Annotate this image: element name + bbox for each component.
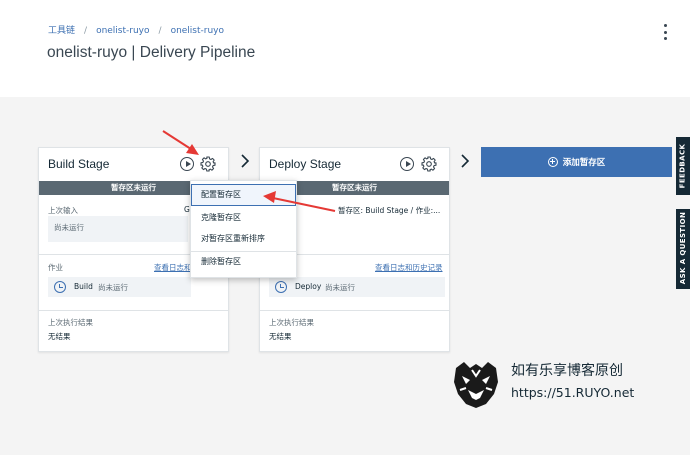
add-stage-button[interactable]: 添加暂存区 (481, 147, 672, 177)
breadcrumb-item-toolchain[interactable]: 工具链 (48, 23, 75, 36)
menu-item-reorder-stages[interactable]: 对暂存区重新排序 (191, 228, 296, 250)
breadcrumb-separator: / (158, 26, 162, 36)
gear-icon[interactable] (200, 156, 216, 172)
watermark-line-2: https://51.RUYO.net (511, 385, 635, 400)
last-result-label: 上次执行结果 (48, 318, 93, 327)
ask-question-tab[interactable]: ASK A QUESTION (676, 209, 690, 289)
menu-item-clone-stage[interactable]: 克隆暂存区 (191, 207, 296, 229)
last-input-box: 尚未运行 (48, 216, 188, 242)
plus-circle-icon (547, 157, 558, 167)
last-result-value: 无结果 (269, 332, 292, 341)
feedback-tab[interactable]: FEEDBACK (676, 137, 690, 195)
watermark-line-1: 如有乐享博客原创 (511, 363, 623, 379)
clock-icon (275, 281, 287, 293)
last-input-value: 尚未运行 (54, 223, 84, 232)
job-row-deploy[interactable]: Deploy 尚未运行 (269, 277, 445, 297)
page-header: 工具链 / onelist-ruyo / onelist-ruyo onelist-ru… (0, 0, 690, 97)
stage-options-menu: 配置暂存区 克隆暂存区 对暂存区重新排序 删除暂存区 (190, 180, 297, 278)
chevron-right-icon (461, 154, 470, 168)
play-icon[interactable] (180, 157, 194, 171)
menu-item-delete-stage[interactable]: 删除暂存区 (191, 251, 296, 273)
breadcrumb-item-toolchain-name[interactable]: onelist-ruyo (96, 26, 149, 36)
breadcrumb-separator: / (84, 26, 88, 36)
view-logs-link[interactable]: 查看日志和 (154, 262, 192, 273)
job-status: 尚未运行 (98, 283, 128, 292)
breadcrumb: 工具链 / onelist-ruyo / onelist-ruyo (48, 23, 224, 36)
page-title: onelist-ruyo | Delivery Pipeline (47, 44, 256, 61)
tiger-logo-icon (454, 362, 498, 408)
kebab-menu-icon[interactable] (660, 24, 670, 40)
add-stage-label: 添加暂存区 (562, 158, 606, 168)
jobs-label: 作业 (48, 263, 63, 272)
play-icon[interactable] (400, 157, 414, 171)
stage-title: Deploy Stage (269, 157, 342, 171)
last-input-label: 上次输入 (48, 206, 78, 215)
divider (39, 310, 228, 311)
job-row-build[interactable]: Build 尚未运行 (48, 277, 191, 297)
breadcrumb-item-pipeline[interactable]: onelist-ruyo (171, 26, 224, 36)
last-result-label: 上次执行结果 (269, 318, 314, 327)
stage-input-text: 暂存区: Build Stage / 作业:... (338, 206, 441, 215)
divider (260, 310, 449, 311)
job-name: Deploy (295, 282, 322, 291)
chevron-right-icon (241, 154, 250, 168)
last-input-truncated: G (184, 205, 190, 214)
gear-icon[interactable] (421, 156, 437, 172)
clock-icon (54, 281, 66, 293)
job-name: Build (74, 282, 93, 291)
stage-title: Build Stage (48, 157, 110, 171)
view-logs-link[interactable]: 查看日志和历史记录 (375, 262, 443, 273)
last-result-value: 无结果 (48, 332, 71, 341)
job-status: 尚未运行 (325, 283, 355, 292)
menu-item-configure-stage[interactable]: 配置暂存区 (191, 184, 296, 206)
